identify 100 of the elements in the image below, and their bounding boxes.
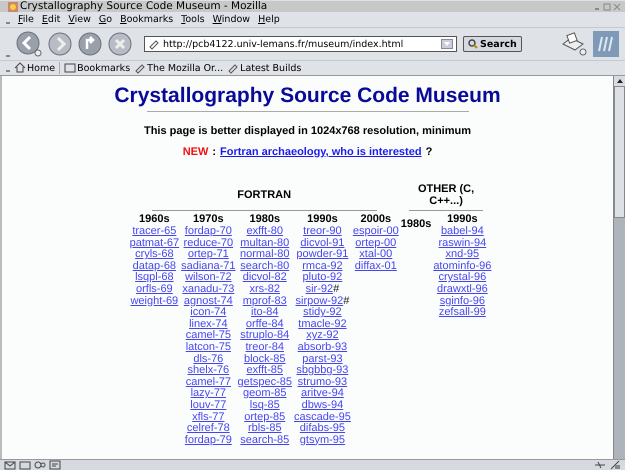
program-link[interactable]: cascade-95 bbox=[294, 412, 351, 424]
program-link[interactable]: absorb-93 bbox=[298, 342, 348, 354]
program-link[interactable]: louv-77 bbox=[190, 400, 226, 412]
program-link[interactable]: shelx-76 bbox=[188, 365, 230, 377]
menu-item[interactable]: File bbox=[18, 14, 34, 25]
program-link[interactable]: ortep-71 bbox=[188, 249, 229, 261]
program-link[interactable]: lazy-77 bbox=[190, 388, 226, 400]
stop-button[interactable] bbox=[108, 32, 132, 56]
program-link[interactable]: tmacle-92 bbox=[298, 318, 347, 330]
program-link[interactable]: tracer-65 bbox=[132, 226, 176, 238]
program-link[interactable]: crystal-96 bbox=[438, 272, 486, 284]
back-button[interactable] bbox=[16, 31, 42, 57]
program-link[interactable]: aritve-94 bbox=[301, 388, 344, 400]
program-link[interactable]: xanadu-73 bbox=[182, 284, 234, 296]
program-link[interactable]: orffe-84 bbox=[246, 318, 284, 330]
print-button[interactable] bbox=[561, 32, 587, 56]
program-link[interactable]: patmat-67 bbox=[130, 238, 180, 250]
program-link[interactable]: xrs-82 bbox=[249, 284, 280, 296]
program-link[interactable]: search-80 bbox=[240, 260, 290, 272]
program-link[interactable]: strumo-93 bbox=[298, 376, 348, 388]
program-link[interactable]: sirpow-92 bbox=[296, 296, 344, 308]
program-link[interactable]: search-85 bbox=[240, 434, 290, 446]
program-link[interactable]: zefsall-99 bbox=[438, 307, 486, 319]
program-link[interactable]: linex-74 bbox=[189, 318, 228, 330]
program-link[interactable]: exfft-85 bbox=[246, 365, 284, 377]
mail-icon bbox=[4, 460, 16, 470]
program-link[interactable]: difabs-95 bbox=[300, 423, 346, 435]
forward-button[interactable] bbox=[48, 32, 72, 56]
program-link[interactable]: camel-75 bbox=[186, 330, 231, 342]
program-link[interactable]: raswin-94 bbox=[438, 238, 486, 250]
program-link[interactable]: mprof-83 bbox=[242, 296, 287, 308]
program-link[interactable]: ortep-00 bbox=[355, 238, 396, 250]
scroll-thumb[interactable] bbox=[614, 86, 625, 218]
program-link[interactable]: xfls-77 bbox=[192, 412, 225, 424]
program-link[interactable]: powder-91 bbox=[296, 249, 348, 261]
search-button[interactable]: Search bbox=[463, 36, 522, 52]
program-link[interactable]: lsq-85 bbox=[250, 400, 280, 412]
program-link[interactable]: sadiana-71 bbox=[181, 260, 236, 272]
program-link[interactable]: multan-80 bbox=[240, 238, 290, 250]
bookmark-item[interactable]: Home bbox=[14, 62, 60, 74]
program-link[interactable]: celref-78 bbox=[186, 423, 230, 435]
program-link[interactable]: treor-90 bbox=[303, 226, 342, 238]
program-link[interactable]: espoir-00 bbox=[352, 226, 399, 238]
scroll-up-button[interactable] bbox=[614, 76, 625, 86]
program-link[interactable]: agnost-74 bbox=[184, 296, 233, 308]
program-link[interactable]: weight-69 bbox=[130, 296, 178, 308]
program-link[interactable]: dicvol-91 bbox=[300, 238, 344, 250]
program-link[interactable]: block-85 bbox=[244, 354, 286, 366]
program-link[interactable]: xtal-00 bbox=[359, 249, 392, 261]
program-link[interactable]: cryls-68 bbox=[135, 249, 174, 261]
program-link[interactable]: gtsym-95 bbox=[300, 434, 346, 446]
menu-item[interactable]: Bookmarks bbox=[120, 14, 174, 25]
program-link[interactable]: pluto-92 bbox=[302, 272, 342, 284]
program-link[interactable]: camel-77 bbox=[186, 376, 231, 388]
program-link[interactable]: struplo-84 bbox=[240, 330, 290, 342]
menu-item[interactable]: Window bbox=[212, 14, 250, 25]
program-link[interactable]: sir-92 bbox=[306, 284, 334, 296]
program-link[interactable]: stidy-92 bbox=[303, 307, 342, 319]
program-link[interactable]: xyz-92 bbox=[306, 330, 339, 342]
bookmark-item[interactable]: The Mozilla Or... bbox=[134, 62, 224, 74]
program-link[interactable]: datap-68 bbox=[132, 260, 176, 272]
program-link[interactable]: babel-94 bbox=[440, 226, 484, 238]
program-link[interactable]: fordap-70 bbox=[184, 226, 232, 238]
program-link[interactable]: reduce-70 bbox=[184, 238, 234, 250]
program-link[interactable]: geom-85 bbox=[243, 388, 286, 400]
news-link[interactable]: Fortran archaeology, who is interested bbox=[220, 146, 422, 158]
menu-item[interactable]: View bbox=[68, 14, 91, 25]
program-link[interactable]: rmca-92 bbox=[302, 260, 343, 272]
reload-button[interactable] bbox=[78, 32, 102, 56]
program-link[interactable]: treor-84 bbox=[246, 342, 284, 354]
program-link[interactable]: xnd-95 bbox=[446, 249, 480, 261]
program-link[interactable]: fordap-79 bbox=[184, 434, 232, 446]
program-link[interactable]: lsqpl-68 bbox=[135, 272, 174, 284]
bookmark-item[interactable]: Bookmarks bbox=[64, 62, 130, 74]
program-link[interactable]: getspec-85 bbox=[238, 376, 292, 388]
program-link[interactable]: dls-76 bbox=[193, 354, 224, 366]
program-link[interactable]: dicvol-82 bbox=[242, 272, 287, 284]
program-link[interactable]: ito-84 bbox=[251, 307, 279, 319]
program-link[interactable]: icon-74 bbox=[190, 307, 226, 319]
menu-item[interactable]: Go bbox=[98, 14, 112, 25]
program-link[interactable]: latcon-75 bbox=[186, 342, 231, 354]
menu-item[interactable]: Edit bbox=[42, 14, 60, 25]
menu-item[interactable]: Help bbox=[258, 14, 280, 25]
program-link[interactable]: parst-93 bbox=[302, 354, 343, 366]
program-link[interactable]: ortep-85 bbox=[244, 412, 286, 424]
bookmark-item[interactable]: Latest Builds bbox=[227, 62, 302, 74]
program-link[interactable]: exfft-80 bbox=[246, 226, 284, 238]
program-link[interactable]: orfls-69 bbox=[136, 284, 173, 296]
program-link[interactable]: drawxtl-96 bbox=[436, 284, 488, 296]
program-link[interactable]: atominfo-96 bbox=[433, 260, 492, 272]
menu-item[interactable]: Tools bbox=[181, 14, 205, 25]
program-link[interactable]: normal-80 bbox=[240, 249, 290, 261]
program-link[interactable]: wilson-72 bbox=[185, 272, 232, 284]
scrollbar[interactable] bbox=[613, 76, 625, 459]
program-link[interactable]: diffax-01 bbox=[354, 260, 397, 272]
program-link[interactable]: rbls-85 bbox=[248, 423, 282, 435]
program-link[interactable]: sbgbbg-93 bbox=[296, 365, 348, 377]
program-link[interactable]: sginfo-96 bbox=[440, 296, 485, 308]
program-link[interactable]: dbws-94 bbox=[302, 400, 344, 412]
address-field[interactable]: http://pcb4122.univ-lemans.fr/museum/index.html bbox=[144, 36, 457, 52]
